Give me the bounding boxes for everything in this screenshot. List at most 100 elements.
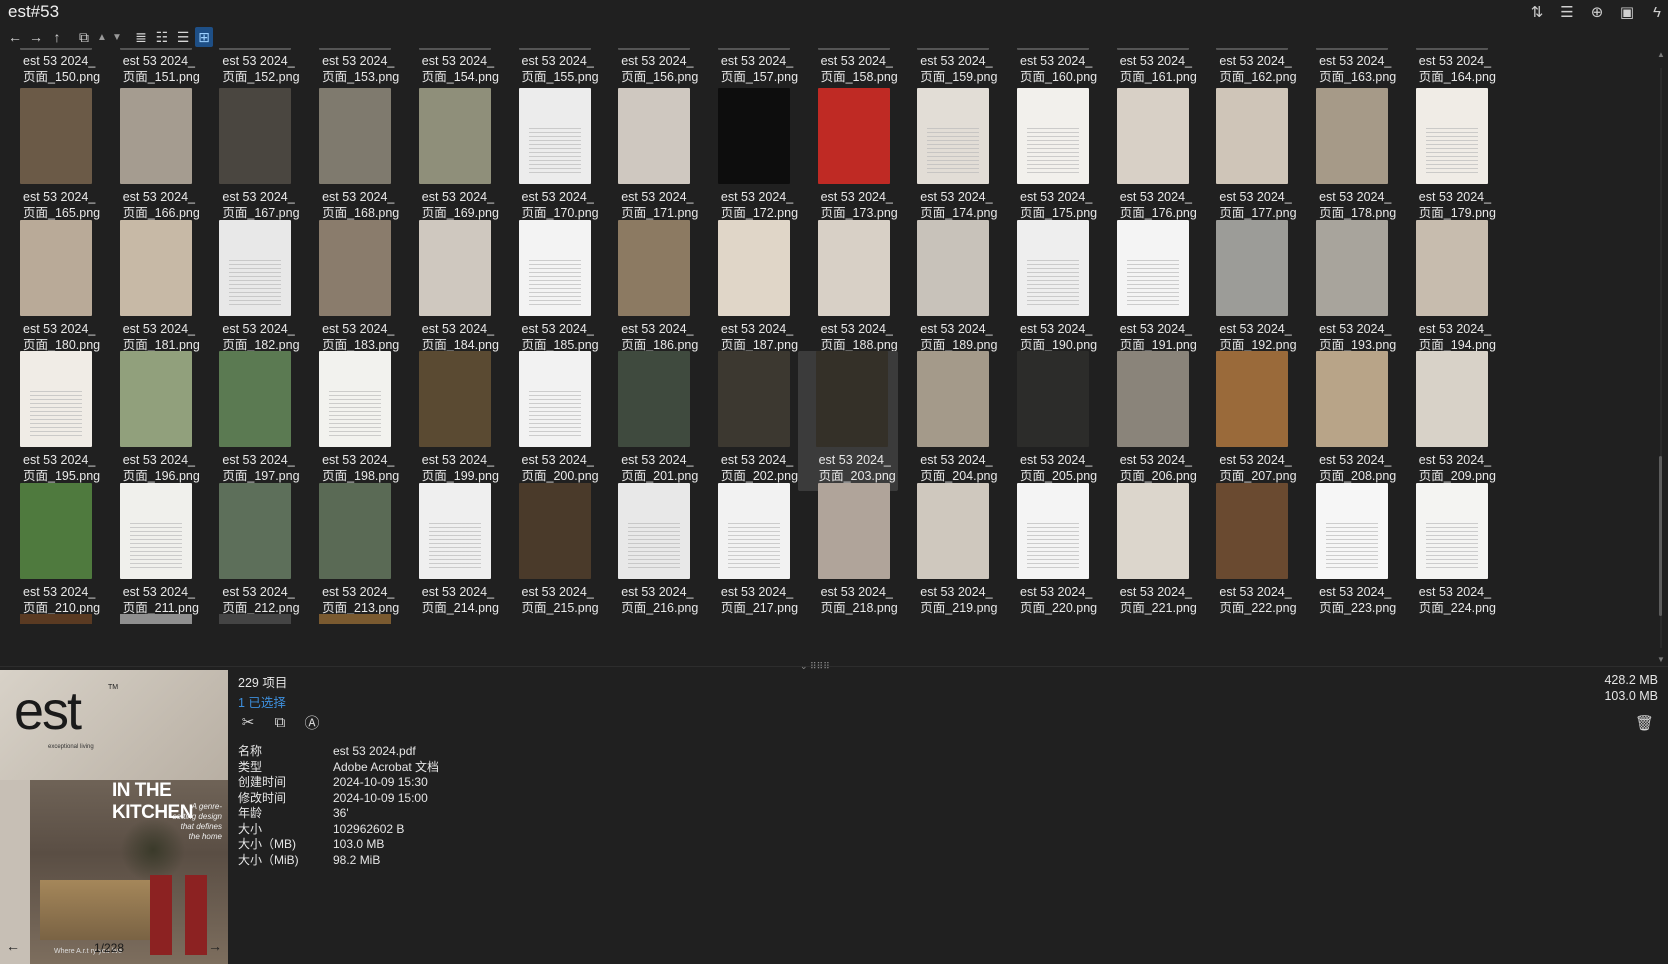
thumbnail-item[interactable]: est 53 2024_ 页面_197.png xyxy=(201,351,301,491)
thumbnail-item[interactable]: est 53 2024_ 页面_220.png xyxy=(999,483,1099,623)
thumbnail-item[interactable]: est 53 2024_ 页面_164.png xyxy=(1398,48,1498,92)
thumbnail-item[interactable]: est 53 2024_ 页面_185.png xyxy=(501,220,601,360)
thumbnail-item[interactable]: est 53 2024_ 页面_158.png xyxy=(800,48,900,92)
thumbnail-item[interactable]: est 53 2024_ 页面_187.png xyxy=(700,220,800,360)
cut-icon[interactable]: ✂ xyxy=(238,712,258,732)
thumbnail-item[interactable]: est 53 2024_ 页面_156.png xyxy=(600,48,700,92)
previous-page-button[interactable]: ← xyxy=(2,938,24,958)
thumbnail-item[interactable]: est 53 2024_ 页面_183.png xyxy=(301,220,401,360)
thumbnail-item[interactable]: est 53 2024_ 页面_195.png xyxy=(2,351,102,491)
thumbnail-item[interactable]: est 53 2024_ 页面_178.png xyxy=(1298,88,1398,228)
details-view-icon[interactable]: ☰ xyxy=(1556,2,1578,22)
scroll-down-icon[interactable]: ▼ xyxy=(1654,655,1668,664)
thumbnail-item[interactable]: est 53 2024_ 页面_221.png xyxy=(1099,483,1199,623)
scroll-up-icon[interactable]: ▲ xyxy=(1654,50,1668,59)
thumbnail-item[interactable]: est 53 2024_ 页面_171.png xyxy=(600,88,700,228)
thumbnail-item[interactable]: est 53 2024_ 页面_177.png xyxy=(1198,88,1298,228)
thumbnail-item[interactable]: est 53 2024_ 页面_173.png xyxy=(800,88,900,228)
thumbnail-item[interactable]: est 53 2024_ 页面_215.png xyxy=(501,483,601,623)
thumbnail-item[interactable]: est 53 2024_ 页面_166.png xyxy=(102,88,202,228)
thumbnail-item[interactable]: est 53 2024_ 页面_165.png xyxy=(2,88,102,228)
thumbnail-item[interactable]: est 53 2024_ 页面_217.png xyxy=(700,483,800,623)
thumbnail-item[interactable]: est 53 2024_ 页面_182.png xyxy=(201,220,301,360)
thumbnail-item[interactable]: est 53 2024_ 页面_218.png xyxy=(800,483,900,623)
thumbnail-item[interactable]: est 53 2024_ 页面_179.png xyxy=(1398,88,1498,228)
forward-icon[interactable]: → xyxy=(27,27,45,47)
detail-view-icon[interactable]: ☷ xyxy=(153,27,171,47)
thumbnail-item[interactable]: est 53 2024_ 页面_224.png xyxy=(1398,483,1498,623)
thumbnail-item[interactable]: est 53 2024_ 页面_212.png xyxy=(201,483,301,623)
splitter-handle-icon[interactable]: ⌄ ⠿⠿⠿ xyxy=(800,661,830,672)
thumbnail-item[interactable]: est 53 2024_ 页面_201.png xyxy=(600,351,700,491)
thumbnail-item[interactable]: est 53 2024_ 页面_167.png xyxy=(201,88,301,228)
thumbnail-item[interactable]: est 53 2024_ 页面_216.png xyxy=(600,483,700,623)
thumbnail-item[interactable]: est 53 2024_ 页面_175.png xyxy=(999,88,1099,228)
thumbnail-item[interactable]: est 53 2024_ 页面_189.png xyxy=(899,220,999,360)
thumbnail-item[interactable]: est 53 2024_ 页面_170.png xyxy=(501,88,601,228)
thumbnail-item[interactable]: est 53 2024_ 页面_191.png xyxy=(1099,220,1199,360)
thumbnail-item[interactable]: est 53 2024_ 页面_193.png xyxy=(1298,220,1398,360)
thumbnail-item[interactable]: est 53 2024_ 页面_176.png xyxy=(1099,88,1199,228)
thumbnail-item[interactable]: est 53 2024_ 页面_196.png xyxy=(102,351,202,491)
thumbnail-item[interactable]: est 53 2024_ 页面_181.png xyxy=(102,220,202,360)
thumbnail-item[interactable]: est 53 2024_ 页面_159.png xyxy=(899,48,999,92)
list-view-icon[interactable]: ≣ xyxy=(132,27,150,47)
thumbnail-item[interactable]: est 53 2024_ 页面_208.png xyxy=(1298,351,1398,491)
back-icon[interactable]: ← xyxy=(6,27,24,47)
thumbnail-item[interactable]: est 53 2024_ 页面_184.png xyxy=(401,220,501,360)
thumbnail-item[interactable]: est 53 2024_ 页面_155.png xyxy=(501,48,601,92)
thumbnail-item[interactable]: est 53 2024_ 页面_199.png xyxy=(401,351,501,491)
thumbnail-item[interactable]: est 53 2024_ 页面_153.png xyxy=(301,48,401,92)
thumbnail-item[interactable]: est 53 2024_ 页面_160.png xyxy=(999,48,1099,92)
add-icon[interactable]: ⊕ xyxy=(1586,2,1608,22)
thumbnail-item[interactable]: est 53 2024_ 页面_188.png xyxy=(800,220,900,360)
thumbnail-item[interactable]: est 53 2024_ 页面_168.png xyxy=(301,88,401,228)
thumbnail-item[interactable]: est 53 2024_ 页面_214.png xyxy=(401,483,501,623)
thumbnail-item[interactable]: est 53 2024_ 页面_151.png xyxy=(102,48,202,92)
thumbnail-item[interactable]: est 53 2024_ 页面_206.png xyxy=(1099,351,1199,491)
thumbnail-item[interactable]: est 53 2024_ 页面_150.png xyxy=(2,48,102,92)
sort-icon[interactable]: ⇅ xyxy=(1526,2,1548,22)
trash-icon[interactable]: 🗑 xyxy=(1635,714,1654,732)
thumbnail-item[interactable]: est 53 2024_ 页面_222.png xyxy=(1198,483,1298,623)
thumbnail-item[interactable]: est 53 2024_ 页面_172.png xyxy=(700,88,800,228)
scroll-thumb[interactable] xyxy=(1659,456,1662,616)
thumbnail-item[interactable]: est 53 2024_ 页面_180.png xyxy=(2,220,102,360)
thumbnail-item[interactable]: est 53 2024_ 页面_186.png xyxy=(600,220,700,360)
thumbnail-item[interactable]: est 53 2024_ 页面_211.png xyxy=(102,483,202,623)
tiles-view-icon[interactable]: ☰ xyxy=(174,27,192,47)
thumbnail-item[interactable]: est 53 2024_ 页面_154.png xyxy=(401,48,501,92)
thumbnail-item[interactable]: est 53 2024_ 页面_207.png xyxy=(1198,351,1298,491)
chevron-down-icon[interactable]: ▼ xyxy=(111,27,123,47)
thumbnail-item[interactable]: est 53 2024_ 页面_203.png xyxy=(797,351,898,491)
thumbnail-view-icon[interactable]: ⊞ xyxy=(195,27,213,47)
copy-icon[interactable]: ⧉ xyxy=(270,712,290,732)
new-window-icon[interactable]: ⧉ xyxy=(75,27,93,47)
thumbnail-item[interactable]: est 53 2024_ 页面_200.png xyxy=(501,351,601,491)
vertical-scrollbar[interactable]: ▲ ▼ xyxy=(1654,48,1668,666)
thumbnail-item[interactable]: est 53 2024_ 页面_157.png xyxy=(700,48,800,92)
thumbnail-item[interactable]: est 53 2024_ 页面_169.png xyxy=(401,88,501,228)
selected-count[interactable]: 1 已选择 xyxy=(238,692,287,711)
chevron-up-icon[interactable]: ▲ xyxy=(96,27,108,47)
clipboard-icon[interactable]: ▣ xyxy=(1616,2,1638,22)
thumbnail-item[interactable]: est 53 2024_ 页面_162.png xyxy=(1198,48,1298,92)
thumbnail-item[interactable]: est 53 2024_ 页面_219.png xyxy=(899,483,999,623)
lightning-icon[interactable]: ϟ xyxy=(1646,2,1668,22)
thumbnail-item[interactable]: est 53 2024_ 页面_213.png xyxy=(301,483,401,623)
thumbnail-item[interactable]: est 53 2024_ 页面_209.png xyxy=(1398,351,1498,491)
thumbnail-item[interactable]: est 53 2024_ 页面_204.png xyxy=(899,351,999,491)
thumbnail-item[interactable]: est 53 2024_ 页面_192.png xyxy=(1198,220,1298,360)
next-page-button[interactable]: → xyxy=(204,938,226,958)
rename-icon[interactable]: Ⓐ xyxy=(302,712,322,732)
thumbnail-grid[interactable]: est 53 2024_ 页面_150.png est 53 2024_ 页面_151… xyxy=(0,48,1648,666)
up-icon[interactable]: ↑ xyxy=(48,27,66,47)
thumbnail-item[interactable]: est 53 2024_ 页面_198.png xyxy=(301,351,401,491)
panel-splitter[interactable]: ⌄ ⠿⠿⠿ xyxy=(0,661,1668,671)
thumbnail-item[interactable]: est 53 2024_ 页面_161.png xyxy=(1099,48,1199,92)
thumbnail-item[interactable]: est 53 2024_ 页面_152.png xyxy=(201,48,301,92)
thumbnail-item[interactable]: est 53 2024_ 页面_205.png xyxy=(999,351,1099,491)
thumbnail-item[interactable]: est 53 2024_ 页面_174.png xyxy=(899,88,999,228)
thumbnail-item[interactable]: est 53 2024_ 页面_210.png xyxy=(2,483,102,623)
thumbnail-item[interactable]: est 53 2024_ 页面_194.png xyxy=(1398,220,1498,360)
